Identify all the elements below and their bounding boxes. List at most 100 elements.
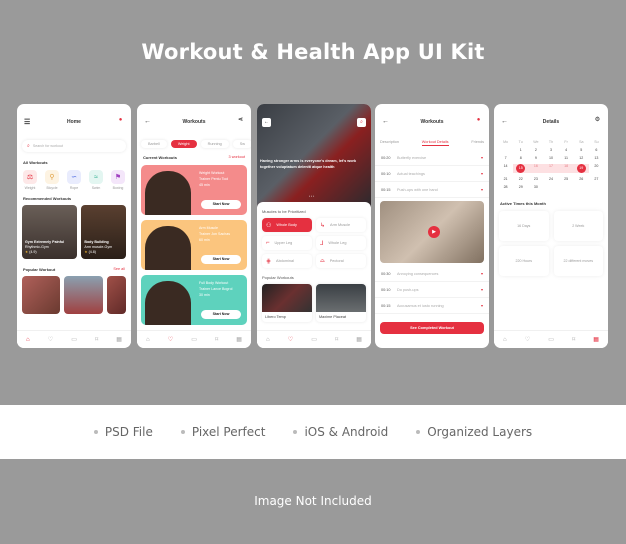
tab[interactable]: Friends — [471, 140, 484, 146]
tab[interactable]: Description — [380, 140, 399, 146]
chevron-down-icon[interactable]: ▾ — [481, 171, 483, 176]
calendar-day[interactable]: 3 — [543, 148, 558, 152]
notification-icon[interactable]: ● — [474, 116, 483, 125]
calendar-tab-icon[interactable]: ▭ — [71, 336, 77, 343]
grid-tab-icon[interactable]: ▦ — [116, 336, 122, 343]
recommended-card[interactable]: Gym Extremely Painful Rhythmic-Gym ★ (4.… — [22, 205, 78, 259]
calendar-day[interactable]: 23 — [528, 177, 543, 181]
back-button[interactable]: ← — [262, 118, 271, 127]
settings-icon[interactable]: ⚙ — [593, 116, 602, 125]
filter-chip[interactable]: Weight — [170, 140, 197, 148]
muscle-option[interactable]: ⅃ Whole Leg — [316, 236, 366, 250]
chevron-down-icon[interactable]: ▾ — [481, 155, 483, 160]
bookmark-tab-icon[interactable]: ⌑ — [215, 336, 218, 343]
exercise-row[interactable]: 00:20 Butterfly exercise ▾ — [375, 150, 489, 166]
category-swim[interactable]: ≈ Swim — [87, 170, 105, 190]
category-weight[interactable]: ⚖ Weight — [21, 170, 39, 190]
filter-chip[interactable]: Barbell — [141, 140, 167, 148]
see-all-link[interactable]: See all — [113, 267, 125, 272]
category-bicycle[interactable]: ⚲ Bicycle — [43, 170, 61, 190]
tab[interactable]: Workout Details — [421, 140, 449, 146]
calendar-day[interactable]: 20 — [589, 164, 604, 173]
calendar-day[interactable]: 28 — [498, 185, 513, 189]
calendar-day[interactable]: 4 — [559, 148, 574, 152]
calendar-day[interactable]: 16 — [528, 164, 544, 173]
chevron-down-icon[interactable]: ▾ — [481, 271, 483, 276]
heart-tab-icon[interactable]: ♡ — [168, 336, 173, 343]
calendar-day[interactable]: 22 — [513, 177, 528, 181]
calendar-day[interactable]: 1 — [513, 148, 528, 152]
home-tab-icon[interactable]: ⌂ — [26, 337, 30, 343]
exercise-row[interactable]: 00:30 Annoying consequences ▾ — [375, 266, 489, 282]
home-tab-icon[interactable]: ⌂ — [266, 337, 270, 343]
calendar-day[interactable]: 21 — [498, 177, 513, 181]
heart-tab-icon[interactable]: ♡ — [48, 336, 53, 343]
calendar-day[interactable]: 11 — [559, 156, 574, 160]
muscle-option[interactable]: ⌐ Upper Leg — [262, 236, 312, 250]
bookmark-tab-icon[interactable]: ⌑ — [95, 336, 98, 343]
calendar-tab-icon[interactable]: ▭ — [311, 336, 317, 343]
start-now-button[interactable]: Start Now — [201, 200, 241, 209]
exercise-row[interactable]: 00:15 Accusamus et iusto running ▾ — [375, 298, 489, 314]
muscle-option[interactable]: ↳ Arm Muscle — [316, 218, 366, 232]
start-now-button[interactable]: Start Now — [201, 255, 241, 264]
calendar-day[interactable]: 12 — [574, 156, 589, 160]
exercise-row[interactable]: 00:15 Push-ups with one hand ▾ — [375, 182, 489, 198]
popular-card[interactable] — [64, 276, 103, 314]
muscle-option[interactable]: ⌓ Pectoral — [316, 254, 366, 268]
search-button[interactable]: ⌕ — [357, 118, 366, 127]
home-tab-icon[interactable]: ⌂ — [146, 337, 150, 343]
popular-card[interactable] — [106, 276, 127, 314]
calendar-day[interactable]: 10 — [543, 156, 558, 160]
home-tab-icon[interactable]: ⌂ — [503, 337, 507, 343]
category-rope[interactable]: ∽ Rope — [65, 170, 83, 190]
calendar-day[interactable]: 27 — [589, 177, 604, 181]
workout-card[interactable]: Full Body Workout Trainer Lance Bogrol 30 … — [141, 275, 247, 325]
calendar-day[interactable]: 8 — [513, 156, 528, 160]
chevron-down-icon[interactable]: ▾ — [481, 187, 483, 192]
calendar-day[interactable]: 9 — [528, 156, 543, 160]
carousel-dots[interactable]: ••• — [309, 194, 315, 198]
search-input[interactable]: ⌕ Search for workout — [22, 140, 126, 152]
calendar-day[interactable]: 6 — [589, 148, 604, 152]
bookmark-tab-icon[interactable]: ⌑ — [335, 336, 338, 343]
filter-chip[interactable]: Sw — [233, 140, 251, 148]
calendar-day[interactable]: 2 — [528, 148, 543, 152]
bookmark-tab-icon[interactable]: ⌑ — [572, 336, 575, 343]
popular-card[interactable]: Maxime Placeat — [316, 284, 366, 322]
back-icon[interactable]: ← — [501, 118, 508, 125]
calendar-day[interactable]: 13 — [589, 156, 604, 160]
notification-icon[interactable]: ● — [116, 116, 125, 125]
back-icon[interactable]: ← — [382, 118, 389, 125]
grid-tab-icon[interactable]: ▦ — [356, 336, 362, 343]
popular-card[interactable]: Libero Temp — [262, 284, 312, 322]
calendar-day[interactable]: 24 — [543, 177, 558, 181]
play-icon[interactable]: ▶ — [428, 226, 440, 238]
grid-tab-icon[interactable]: ▦ — [593, 336, 599, 343]
calendar-day[interactable]: 5 — [574, 148, 589, 152]
heart-tab-icon[interactable]: ♡ — [525, 336, 530, 343]
exercise-row[interactable]: 00:10 Actual teachings ▾ — [375, 166, 489, 182]
chevron-down-icon[interactable]: ▾ — [481, 303, 483, 308]
video-thumbnail[interactable]: ▶ — [380, 201, 484, 263]
start-now-button[interactable]: Start Now — [201, 310, 241, 319]
category-boxing[interactable]: ⚑ Boxing — [109, 170, 127, 190]
calendar-day[interactable]: 29 — [513, 185, 528, 189]
muscle-option[interactable]: ⋕ Abdominal — [262, 254, 312, 268]
calendar-day[interactable]: 17 — [543, 164, 559, 173]
calendar-tab-icon[interactable]: ▭ — [548, 336, 554, 343]
recommended-card[interactable]: Body Building Arm muscle-Gym ★ (4.8) — [81, 205, 126, 259]
workout-card[interactable]: Arm Muscle Trainer Jon Sachas 60 min Start … — [141, 220, 247, 270]
calendar-day[interactable]: 30 — [528, 185, 543, 189]
muscle-option[interactable]: ⚇ Whole Body — [262, 218, 312, 232]
heart-tab-icon[interactable]: ♡ — [288, 336, 293, 343]
back-icon[interactable]: ← — [144, 118, 151, 125]
calendar-day[interactable]: 25 — [559, 177, 574, 181]
calendar-day[interactable]: 18 — [558, 164, 574, 173]
popular-card[interactable] — [22, 276, 61, 314]
menu-icon[interactable]: ☰ — [24, 118, 30, 126]
chevron-down-icon[interactable]: ▾ — [481, 287, 483, 292]
calendar-day[interactable]: 14 — [498, 164, 513, 173]
share-icon[interactable]: ⋖ — [236, 116, 245, 125]
calendar-day[interactable]: 19 — [573, 164, 589, 173]
